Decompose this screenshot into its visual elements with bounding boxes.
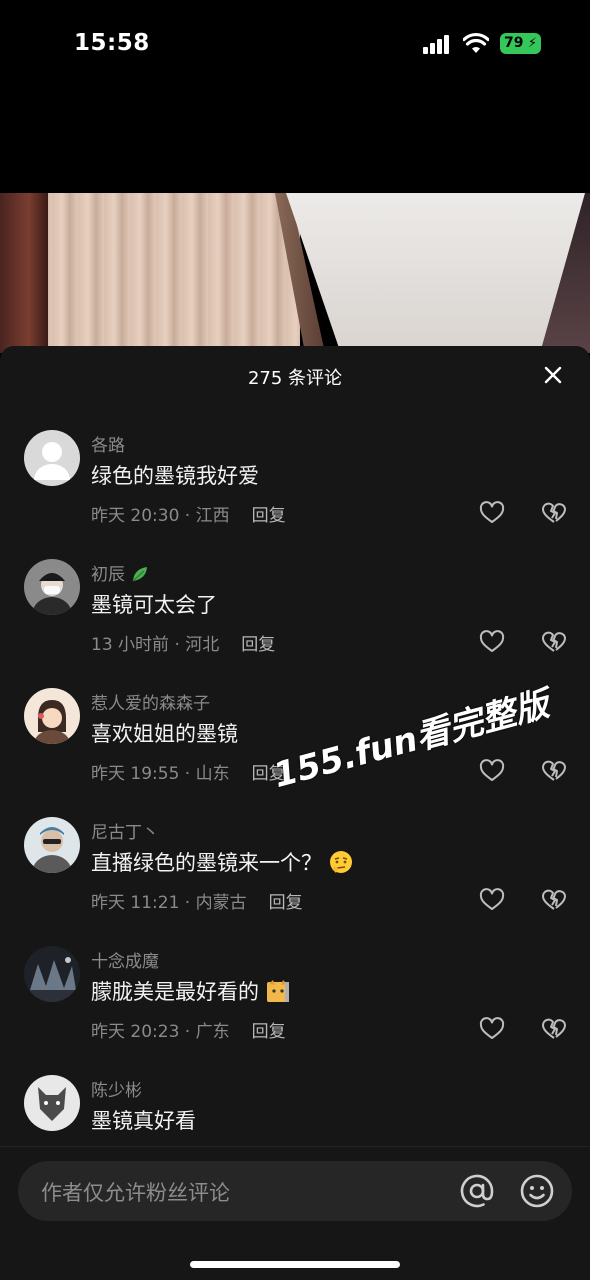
heart-icon[interactable] bbox=[479, 888, 505, 912]
heart-icon[interactable] bbox=[479, 630, 505, 654]
curtain-edge bbox=[0, 193, 48, 353]
comment-username[interactable]: 各路 bbox=[91, 431, 125, 456]
reply-button[interactable]: 回复 bbox=[269, 888, 303, 913]
avatar[interactable] bbox=[24, 946, 80, 1002]
comment-item: 各路 绿色的墨镜我好爱 昨天 20:30 · 江西 回复 bbox=[0, 430, 590, 558]
broken-heart-icon[interactable] bbox=[541, 888, 567, 912]
comment-username[interactable]: 尼古丁丶 bbox=[91, 818, 159, 843]
battery-level: 79 bbox=[504, 35, 524, 51]
at-icon[interactable] bbox=[458, 1172, 496, 1210]
battery-icon: 79 ⚡ bbox=[500, 33, 541, 54]
reply-button[interactable]: 回复 bbox=[252, 1017, 286, 1042]
comment-meta: 昨天 20:23 · 广东 回复 bbox=[91, 1017, 286, 1042]
comment-item: 十念成魔 朦胧美是最好看的 昨天 20:23 · 广东 回复 bbox=[0, 946, 590, 1074]
heart-icon[interactable] bbox=[479, 1017, 505, 1041]
comment-username[interactable]: 陈少彬 bbox=[91, 1076, 142, 1101]
heart-icon[interactable] bbox=[479, 759, 505, 783]
comment-meta: 昨天 20:30 · 江西 回复 bbox=[91, 501, 286, 526]
charging-icon: ⚡ bbox=[527, 36, 537, 51]
broken-heart-icon[interactable] bbox=[541, 501, 567, 525]
comment-text-content: 朦胧美是最好看的 bbox=[91, 980, 259, 1004]
video-frame[interactable] bbox=[0, 193, 590, 353]
comment-text: 墨镜可太会了 bbox=[91, 593, 217, 617]
comment-username[interactable]: 初辰 bbox=[91, 560, 150, 585]
ceiling-image bbox=[286, 193, 590, 353]
comment-time-location: 昨天 20:23 · 广东 bbox=[91, 1022, 230, 1042]
comment-item: 初辰 墨镜可太会了 13 小时前 · 河北 回复 bbox=[0, 559, 590, 687]
avatar[interactable] bbox=[24, 430, 80, 486]
comment-meta: 昨天 11:21 · 内蒙古 回复 bbox=[91, 888, 303, 913]
username-text: 初辰 bbox=[91, 565, 125, 585]
heart-icon[interactable] bbox=[479, 501, 505, 525]
comment-meta: 昨天 19:55 · 山东 回复 bbox=[91, 759, 286, 784]
reply-button[interactable]: 回复 bbox=[252, 501, 286, 526]
broken-heart-icon[interactable] bbox=[541, 630, 567, 654]
comment-meta: 13 小时前 · 河北 回复 bbox=[91, 630, 275, 655]
avatar[interactable] bbox=[24, 688, 80, 744]
avatar[interactable] bbox=[24, 559, 80, 615]
comment-count-title: 275 条评论 bbox=[247, 368, 343, 389]
wifi-icon bbox=[463, 32, 489, 53]
comment-username[interactable]: 惹人爱的森森子 bbox=[91, 689, 210, 714]
comment-time-location: 昨天 11:21 · 内蒙古 bbox=[91, 893, 247, 913]
leaf-emoji-icon bbox=[132, 567, 148, 582]
status-bar: 15:58 79 ⚡ bbox=[0, 0, 590, 90]
broken-heart-icon[interactable] bbox=[541, 1017, 567, 1041]
comment-text-content: 直播绿色的墨镜来一个？ bbox=[91, 851, 322, 875]
comment-text: 喜欢姐姐的墨镜 bbox=[91, 722, 238, 746]
comment-text: 墨镜真好看 bbox=[91, 1109, 196, 1133]
comment-input-bar: 作者仅允许粉丝评论 bbox=[0, 1146, 590, 1280]
avatar[interactable] bbox=[24, 817, 80, 873]
comment-time-location: 昨天 20:30 · 江西 bbox=[91, 506, 230, 526]
comment-text: 直播绿色的墨镜来一个？ bbox=[91, 847, 354, 877]
avatar[interactable] bbox=[24, 1075, 80, 1131]
home-indicator[interactable] bbox=[190, 1261, 400, 1268]
comment-text: 绿色的墨镜我好爱 bbox=[91, 464, 259, 488]
smile-icon[interactable] bbox=[518, 1172, 556, 1210]
comment-time-location: 13 小时前 · 河北 bbox=[91, 635, 220, 655]
comment-username[interactable]: 十念成魔 bbox=[91, 947, 159, 972]
close-icon[interactable] bbox=[540, 362, 566, 388]
comment-input-placeholder: 作者仅允许粉丝评论 bbox=[41, 1181, 230, 1205]
signal-icon bbox=[423, 34, 451, 54]
thinking-emoji-icon bbox=[330, 851, 352, 873]
reply-button[interactable]: 回复 bbox=[241, 630, 275, 655]
comment-item: 尼古丁丶 直播绿色的墨镜来一个？ 昨天 11:21 · 内蒙古 回复 bbox=[0, 817, 590, 945]
status-time: 15:58 bbox=[74, 30, 150, 56]
comment-text: 朦胧美是最好看的 bbox=[91, 976, 291, 1006]
comment-sheet: 275 条评论 各路 绿色的墨镜我好爱 昨天 20:30 · 江西 回复 初辰 墨… bbox=[0, 346, 590, 1280]
cat-emoji-icon bbox=[267, 980, 289, 1002]
broken-heart-icon[interactable] bbox=[541, 759, 567, 783]
comment-time-location: 昨天 19:55 · 山东 bbox=[91, 764, 230, 784]
comment-input[interactable]: 作者仅允许粉丝评论 bbox=[18, 1161, 572, 1221]
